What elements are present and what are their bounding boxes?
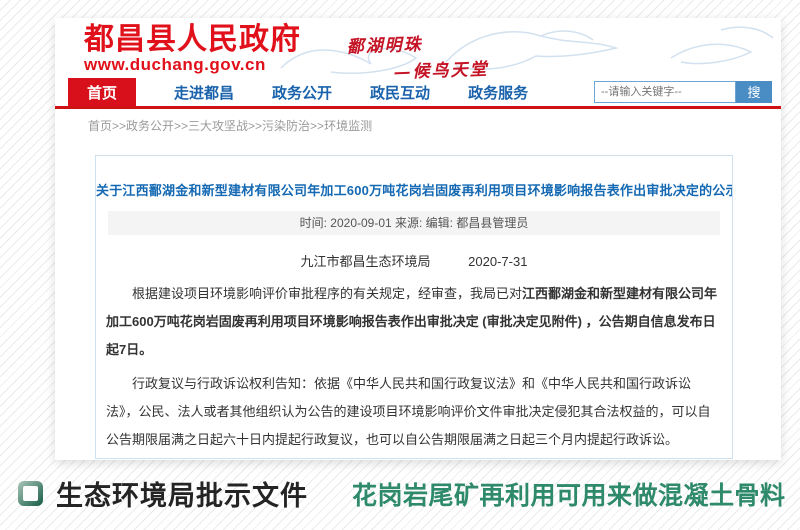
article-meta: 时间: 2020-09-01 来源: 编辑: 都昌县管理员: [108, 211, 720, 235]
paragraph-approval: 根据建设项目环境影响评价审批程序的有关规定，经审查，我局已对江西鄱湖金和新型建材…: [106, 280, 722, 364]
nav-item-services[interactable]: 政务服务: [468, 82, 528, 103]
nav-item-home[interactable]: 首页: [68, 78, 136, 107]
site-banner: 都昌县人民政府 www.duchang.gov.cn 鄱湖明珠 —候鸟天堂: [55, 18, 781, 80]
swan-illustration-icon: [241, 18, 781, 80]
nav-item-about-duchang[interactable]: 走进都昌: [174, 82, 234, 103]
slogan-line-2: —候鸟天堂: [393, 55, 489, 80]
search-input[interactable]: [594, 81, 736, 103]
article-container: 关于江西鄱湖金和新型建材有限公司年加工600万吨花岗岩固废再利用项目环境影响报告…: [95, 155, 733, 459]
nav-item-interaction[interactable]: 政民互动: [370, 82, 430, 103]
site-url: www.duchang.gov.cn: [84, 56, 301, 74]
search-button[interactable]: 搜索: [736, 81, 772, 103]
breadcrumb[interactable]: 首页>>政务公开>>三大攻坚战>>污染防治>>环境监测: [88, 117, 372, 134]
caption-note: 花岗岩尾矿再利用可用来做混凝土骨料: [352, 476, 786, 512]
article-byline: 九江市都昌生态环境局 2020-7-31: [96, 251, 732, 270]
site-logo[interactable]: 都昌县人民政府 www.duchang.gov.cn: [84, 24, 301, 73]
caption-label: 生态环境局批示文件: [56, 474, 308, 513]
article-body: 根据建设项目环境影响评价审批程序的有关规定，经审查，我局已对江西鄱湖金和新型建材…: [106, 280, 722, 459]
green-square-bullet-icon: [18, 481, 43, 506]
site-slogan: 鄱湖明珠 —候鸟天堂: [346, 28, 489, 80]
paragraph-approval-lead: 根据建设项目环境影响评价审批程序的有关规定，经审查，我局已对: [132, 286, 522, 301]
issue-date: 2020-7-31: [468, 254, 527, 269]
issuing-agency: 九江市都昌生态环境局: [301, 254, 431, 269]
nav-item-gov-affairs[interactable]: 政务公开: [272, 82, 332, 103]
bottom-caption: 生态环境局批示文件 花岗岩尾矿再利用可用来做混凝土骨料: [18, 474, 786, 513]
site-search: 搜索: [594, 81, 772, 103]
website-screenshot-card: 都昌县人民政府 www.duchang.gov.cn 鄱湖明珠 —候鸟天堂 首页…: [55, 18, 781, 460]
article-title: 关于江西鄱湖金和新型建材有限公司年加工600万吨花岗岩固废再利用项目环境影响报告…: [96, 180, 732, 199]
slogan-line-1: 鄱湖明珠: [346, 28, 488, 58]
site-name: 都昌县人民政府: [84, 24, 301, 56]
nav-divider-line: [55, 106, 781, 109]
paragraph-appeal-rights: 行政复议与行政诉讼权利告知：依据《中华人民共和国行政复议法》和《中华人民共和国行…: [106, 370, 722, 454]
